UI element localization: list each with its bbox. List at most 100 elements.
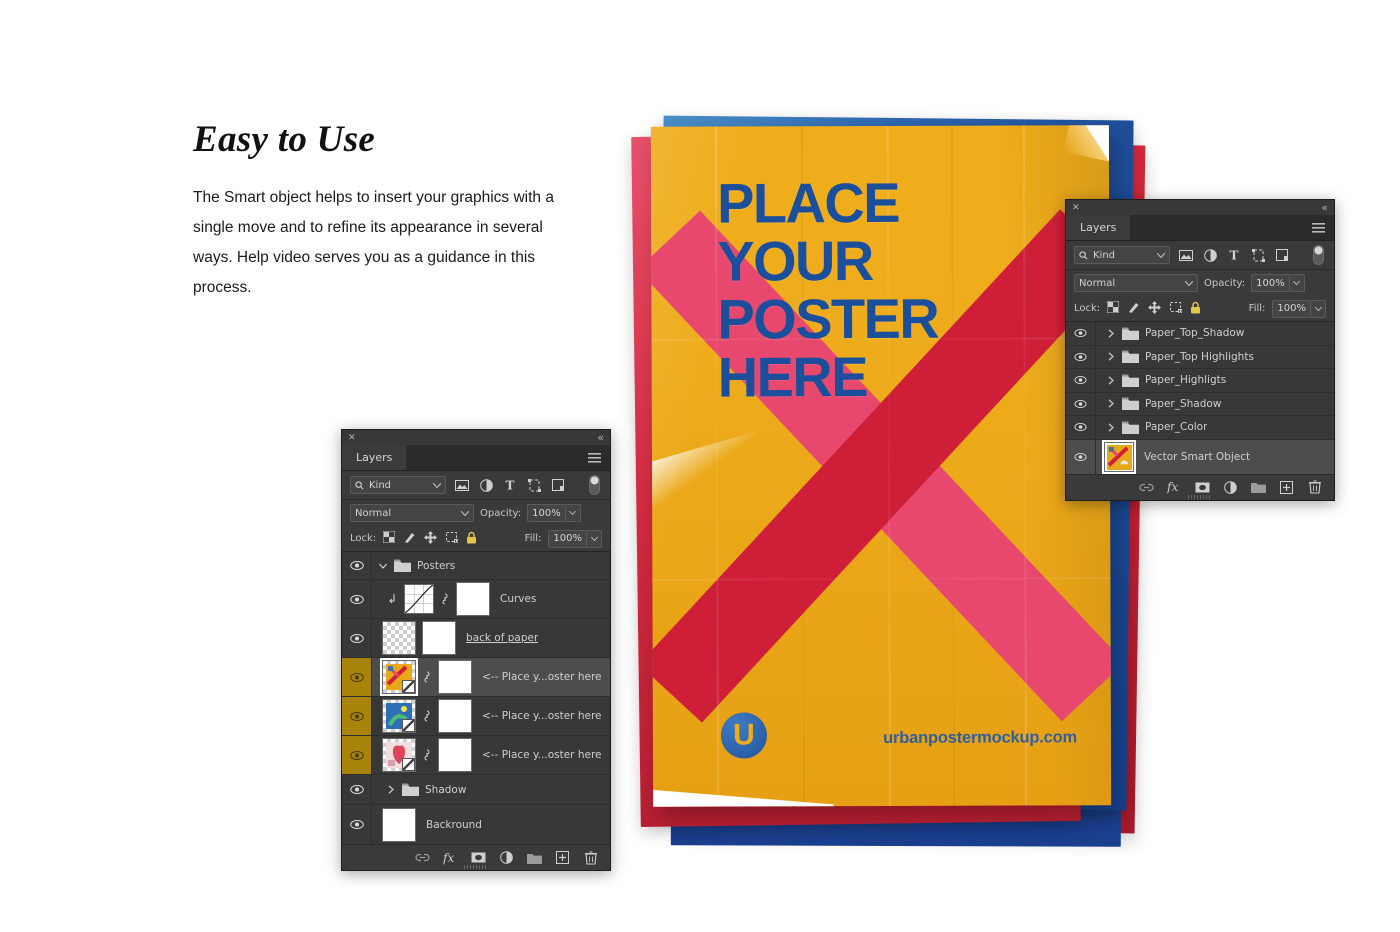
smart-object-thumbnail[interactable] xyxy=(382,738,416,772)
table-row[interactable]: back of paper xyxy=(342,619,610,658)
adjustment-filter-icon[interactable] xyxy=(478,477,494,493)
table-row[interactable]: <-- Place y...oster here xyxy=(342,697,610,736)
layer-visibility-toggle[interactable] xyxy=(1066,322,1096,345)
new-layer-icon[interactable] xyxy=(1279,480,1294,495)
table-row[interactable]: <-- Place y...oster here xyxy=(342,736,610,775)
pixel-filter-icon[interactable] xyxy=(1178,247,1194,263)
background-layer-thumbnail[interactable] xyxy=(382,807,416,842)
layer-style-fx-icon[interactable]: fx xyxy=(1167,480,1182,495)
group-expand-chevron[interactable] xyxy=(1106,352,1116,361)
group-expand-chevron[interactable] xyxy=(1106,329,1116,338)
collapse-panel-icon[interactable]: « xyxy=(597,431,604,444)
panel-resize-grip[interactable] xyxy=(464,865,488,869)
layer-style-fx-icon[interactable]: fx xyxy=(443,850,458,865)
new-group-icon[interactable] xyxy=(1251,480,1266,495)
adjustment-filter-icon[interactable] xyxy=(1202,247,1218,263)
link-layers-icon[interactable] xyxy=(415,850,430,865)
new-adjustment-layer-icon[interactable] xyxy=(499,850,514,865)
panel-resize-grip[interactable] xyxy=(1188,494,1212,499)
opacity-stepper[interactable] xyxy=(565,504,581,522)
blend-mode-select[interactable]: Normal xyxy=(1074,274,1198,292)
layer-mask-thumbnail[interactable] xyxy=(422,621,456,655)
fill-stepper[interactable] xyxy=(1311,299,1326,318)
link-mask-icon[interactable] xyxy=(422,710,432,722)
link-mask-icon[interactable] xyxy=(440,593,450,605)
table-row[interactable]: <-- Place y...oster here xyxy=(342,658,610,697)
blend-mode-select[interactable]: Normal xyxy=(350,504,474,522)
group-expand-chevron[interactable] xyxy=(1106,423,1116,432)
table-row[interactable]: Paper_Shadow xyxy=(1066,392,1334,416)
lock-position-icon[interactable] xyxy=(424,530,438,547)
curves-adjustment-thumbnail[interactable] xyxy=(404,584,434,614)
lock-image-pixels-icon[interactable] xyxy=(1127,301,1140,317)
layer-visibility-toggle[interactable] xyxy=(342,619,372,657)
layer-visibility-toggle[interactable] xyxy=(1066,416,1096,439)
layer-visibility-toggle[interactable] xyxy=(342,775,372,804)
panel-menu-icon[interactable] xyxy=(588,445,610,470)
smart-object-thumbnail[interactable] xyxy=(382,699,416,733)
tab-layers[interactable]: Layers xyxy=(342,445,407,470)
delete-layer-icon[interactable] xyxy=(583,850,598,865)
lock-all-icon[interactable] xyxy=(1190,301,1201,317)
table-row[interactable]: Vector Smart Object xyxy=(1066,439,1334,474)
layer-kind-filter-select[interactable]: Kind xyxy=(1074,246,1170,264)
smart-object-thumbnail[interactable] xyxy=(380,658,418,696)
filter-toggle[interactable] xyxy=(1310,245,1326,265)
layers-list-secondary[interactable]: Paper_Top_Shadow Paper_Top Highlights Pa… xyxy=(1066,322,1334,474)
layer-visibility-toggle[interactable] xyxy=(342,697,372,735)
fill-stepper[interactable] xyxy=(587,529,602,548)
lock-all-icon[interactable] xyxy=(466,531,477,547)
table-row[interactable]: Posters xyxy=(342,552,610,580)
layer-visibility-toggle[interactable] xyxy=(1066,392,1096,415)
pixel-filter-icon[interactable] xyxy=(454,477,470,493)
layer-mask-thumbnail[interactable] xyxy=(438,699,472,733)
add-layer-mask-icon[interactable] xyxy=(471,850,486,865)
opacity-input[interactable]: 100% xyxy=(527,504,566,522)
chevron-down-icon[interactable] xyxy=(432,480,442,491)
table-row[interactable]: Paper_Color xyxy=(1066,416,1334,440)
group-expand-chevron[interactable] xyxy=(1106,399,1116,408)
smart-object-filter-icon[interactable] xyxy=(1274,247,1290,263)
smart-object-thumbnail[interactable] xyxy=(1102,439,1136,474)
layer-mask-thumbnail[interactable] xyxy=(438,738,472,772)
layer-visibility-toggle[interactable] xyxy=(342,658,372,696)
group-expand-chevron[interactable] xyxy=(1106,376,1116,385)
layer-mask-thumbnail[interactable] xyxy=(438,660,472,694)
chevron-down-icon[interactable] xyxy=(1156,250,1166,261)
layers-panel-main[interactable]: ✕ « Layers Kind T Normal Opacity: 100% L… xyxy=(341,429,611,871)
layer-visibility-toggle[interactable] xyxy=(1066,439,1096,474)
layers-list-main[interactable]: Posters Curves back of paper <-- Place y… xyxy=(342,552,610,844)
close-icon[interactable]: ✕ xyxy=(1072,203,1080,213)
group-expand-chevron[interactable] xyxy=(378,563,388,569)
link-layers-icon[interactable] xyxy=(1139,480,1154,495)
table-row[interactable]: Backround xyxy=(342,805,610,844)
lock-position-icon[interactable] xyxy=(1148,300,1162,317)
lock-artboard-icon[interactable] xyxy=(445,531,459,546)
filter-toggle[interactable] xyxy=(586,475,602,495)
add-layer-mask-icon[interactable] xyxy=(1195,480,1210,495)
lock-transparent-pixels-icon[interactable] xyxy=(1106,300,1120,316)
table-row[interactable]: Paper_Highligts xyxy=(1066,369,1334,393)
layer-visibility-toggle[interactable] xyxy=(342,580,372,618)
table-row[interactable]: Paper_Top Highlights xyxy=(1066,345,1334,369)
table-row[interactable]: Curves xyxy=(342,580,610,619)
close-icon[interactable]: ✕ xyxy=(348,433,356,443)
link-mask-icon[interactable] xyxy=(422,749,432,761)
opacity-stepper[interactable] xyxy=(1289,274,1305,292)
new-adjustment-layer-icon[interactable] xyxy=(1223,480,1238,495)
type-filter-icon[interactable]: T xyxy=(1226,247,1242,263)
lock-image-pixels-icon[interactable] xyxy=(403,531,416,547)
type-filter-icon[interactable]: T xyxy=(502,477,518,493)
lock-artboard-icon[interactable] xyxy=(1169,301,1183,316)
layer-thumbnail[interactable] xyxy=(382,621,416,655)
layer-visibility-toggle[interactable] xyxy=(342,736,372,774)
tab-layers[interactable]: Layers xyxy=(1066,215,1131,240)
shape-filter-icon[interactable] xyxy=(1250,247,1266,263)
smart-object-filter-icon[interactable] xyxy=(550,477,566,493)
layer-visibility-toggle[interactable] xyxy=(1066,369,1096,392)
new-group-icon[interactable] xyxy=(527,850,542,865)
opacity-input[interactable]: 100% xyxy=(1251,274,1290,292)
collapse-panel-icon[interactable]: « xyxy=(1321,201,1328,214)
fill-input[interactable]: 100% xyxy=(548,529,587,548)
layer-kind-filter-select[interactable]: Kind xyxy=(350,476,446,494)
